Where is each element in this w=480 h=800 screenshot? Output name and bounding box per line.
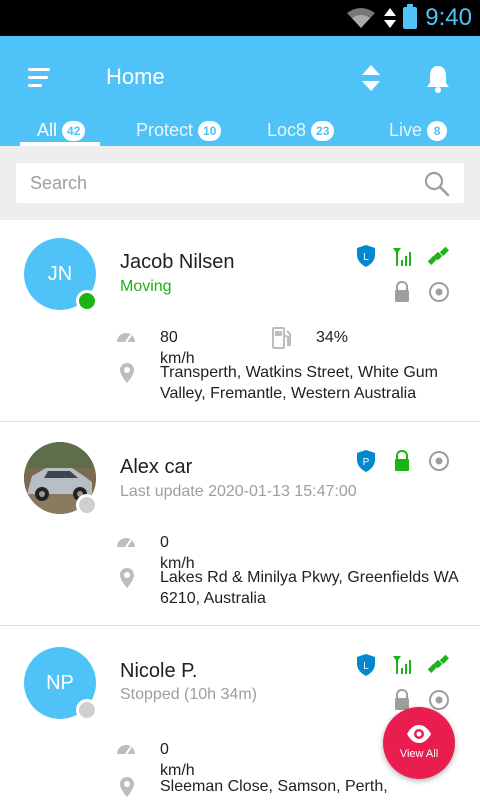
tab-label: Loc8	[267, 120, 307, 140]
tab-label: Protect	[136, 120, 194, 140]
view-all-label: View All	[399, 748, 439, 760]
tab-loc8[interactable]: Loc8 23	[267, 120, 335, 141]
locate-icon[interactable]	[428, 689, 450, 711]
gps-satellite-icon	[427, 246, 449, 265]
shield-badge-letter: L	[363, 661, 369, 672]
shield-badge-letter: L	[363, 252, 369, 263]
tab-count-badge: 42	[62, 120, 86, 141]
avatar: JN	[24, 238, 98, 312]
tab-count-badge: 10	[198, 120, 222, 141]
tab-label: Live	[389, 120, 423, 140]
address-text: Sleeman Close, Samson, Perth,	[160, 778, 388, 795]
vehicle-card-jacob[interactable]: JN Jacob Nilsen Moving L 80 km/h 34% Tra…	[0, 220, 480, 422]
shield-badge-icon: L	[357, 654, 375, 676]
tab-count-badge: 23	[311, 120, 335, 141]
online-status-dot	[76, 290, 98, 312]
address-text: Transperth, Watkins Street, White Gum Va…	[160, 364, 439, 402]
signal-strength-icon	[393, 248, 411, 266]
speed-value: 0 km/h	[160, 741, 195, 779]
location-pin-icon	[120, 363, 134, 383]
app-bar: Home All 42 Protect 10 Loc8 23 Live 8	[0, 36, 480, 146]
address-text: Lakes Rd & Minilya Pkwy, Greenfields WA …	[160, 569, 458, 607]
locate-icon[interactable]	[428, 450, 450, 472]
sort-icon[interactable]	[360, 63, 382, 93]
search-box	[16, 163, 464, 203]
shield-badge-letter: P	[363, 457, 370, 468]
search-input[interactable]	[30, 163, 420, 203]
tab-protect[interactable]: Protect 10	[136, 120, 222, 141]
avatar: NP	[24, 647, 98, 721]
vehicle-name: Alex car	[120, 456, 193, 478]
lock-icon[interactable]	[393, 450, 411, 472]
search-section	[0, 146, 480, 220]
fuel-value: 34%	[316, 329, 349, 346]
signal-icon	[384, 8, 396, 28]
vehicle-status: Moving	[120, 278, 172, 295]
battery-icon	[403, 4, 417, 29]
vehicle-name: Jacob Nilsen	[120, 251, 235, 273]
search-icon[interactable]	[424, 171, 450, 197]
signal-strength-icon	[393, 656, 411, 674]
vehicle-name: Nicole P.	[120, 660, 198, 682]
locate-icon[interactable]	[428, 281, 450, 303]
view-all-button[interactable]: View All	[383, 707, 455, 779]
eye-icon	[407, 725, 431, 743]
wifi-icon	[347, 8, 375, 28]
status-bar: 9:40	[0, 0, 480, 36]
speedometer-icon	[117, 333, 135, 343]
shield-badge-icon: P	[357, 450, 375, 472]
shield-badge-icon: L	[357, 245, 375, 267]
menu-icon[interactable]	[28, 66, 56, 90]
tab-label: All	[37, 120, 58, 140]
vehicle-card-alex[interactable]: Alex car Last update 2020-01-13 15:47:00…	[0, 422, 480, 626]
avatar-initials: NP	[46, 672, 74, 694]
tab-count-badge: 8	[427, 120, 448, 141]
speedometer-icon	[117, 538, 135, 548]
lock-icon[interactable]	[393, 281, 411, 303]
location-pin-icon	[120, 568, 134, 588]
offline-status-dot	[76, 699, 98, 721]
tab-all[interactable]: All 42	[37, 120, 86, 141]
avatar-initials: JN	[47, 263, 73, 285]
location-pin-icon	[120, 777, 134, 797]
fuel-pump-icon	[272, 327, 291, 349]
gps-satellite-icon	[427, 654, 449, 673]
vehicle-status: Stopped (10h 34m)	[120, 686, 257, 703]
tab-live[interactable]: Live 8	[389, 120, 448, 141]
status-time: 9:40	[425, 4, 472, 31]
page-title: Home	[106, 64, 165, 89]
offline-status-dot	[76, 494, 98, 516]
speedometer-icon	[117, 745, 135, 755]
vehicle-photo	[24, 442, 98, 516]
vehicle-status: Last update 2020-01-13 15:47:00	[120, 483, 357, 500]
bell-icon[interactable]	[425, 64, 451, 94]
